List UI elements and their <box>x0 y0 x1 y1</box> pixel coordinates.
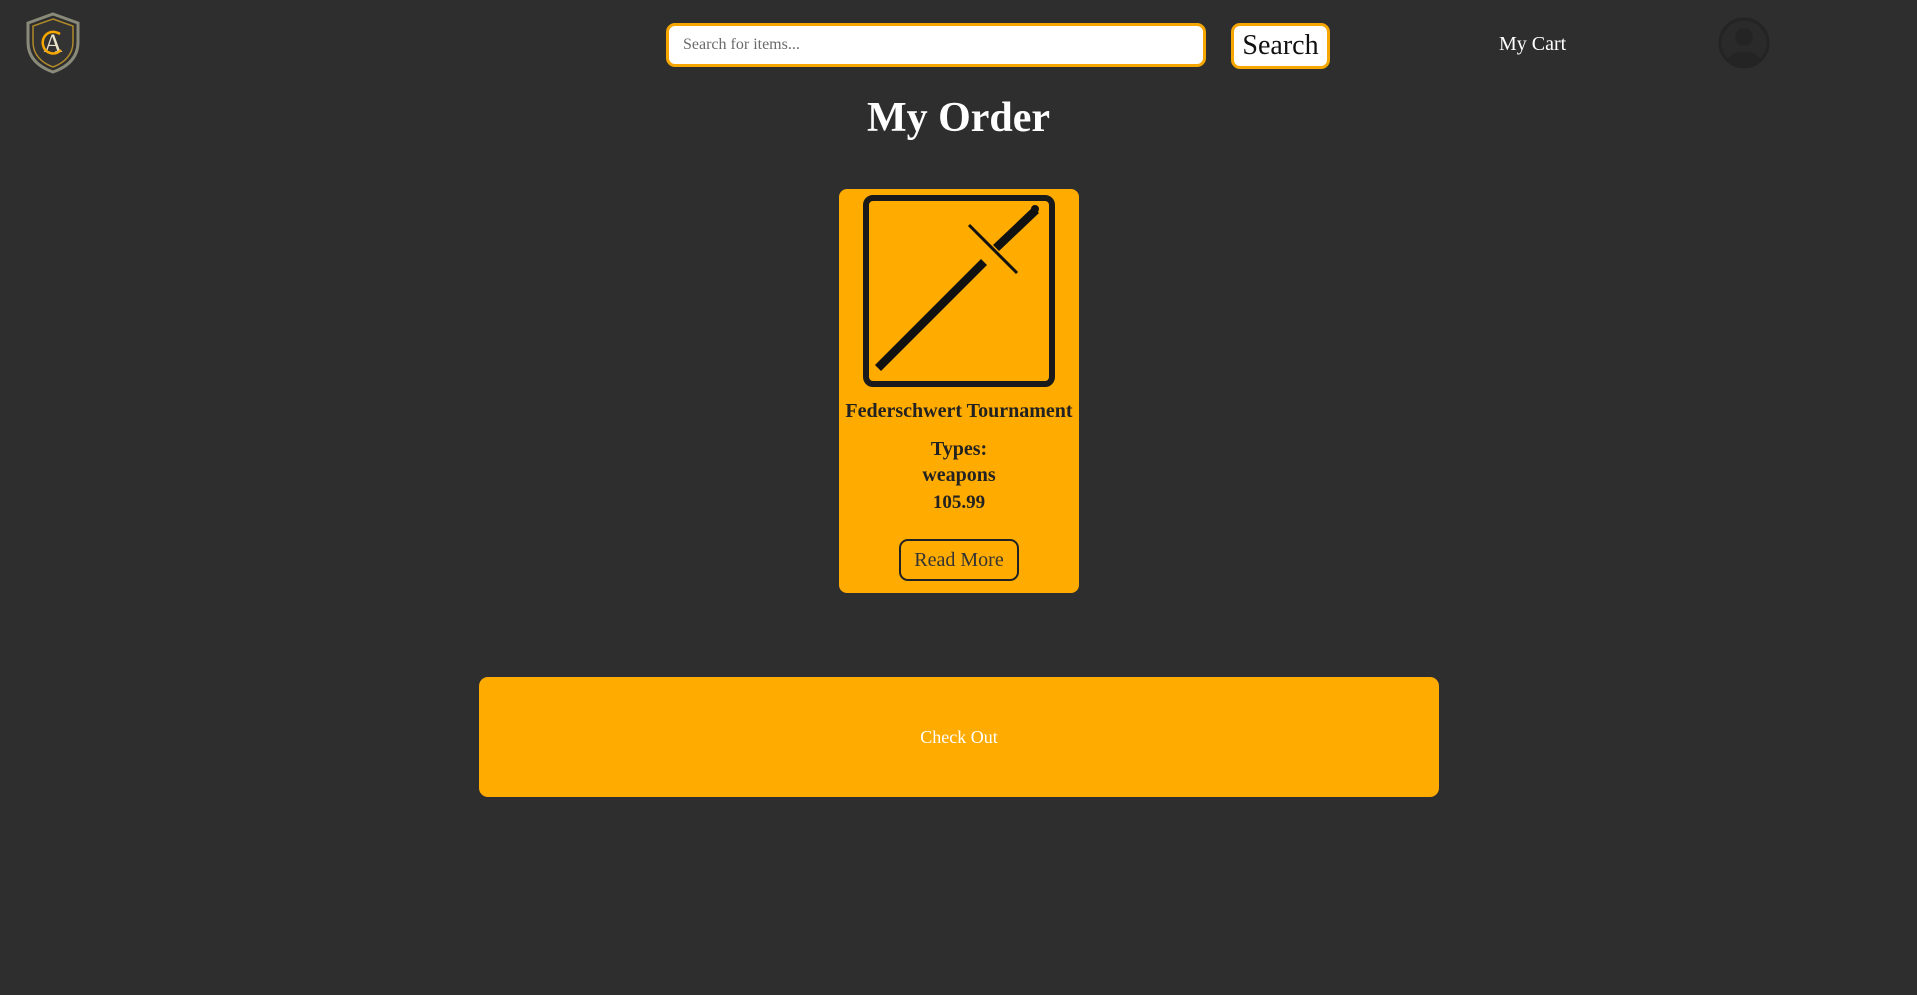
order-item-card: Federschwert Tournament Types: weapons 1… <box>839 189 1079 593</box>
item-name: Federschwert Tournament <box>845 400 1073 422</box>
item-types-label: Types: <box>930 438 988 460</box>
my-cart-link[interactable]: My Cart <box>1499 33 1566 56</box>
page-title: My Order <box>866 95 1051 141</box>
search-input[interactable] <box>666 23 1206 67</box>
item-price: 105.99 <box>932 492 986 513</box>
item-types-value: weapons <box>922 464 996 486</box>
checkout-button[interactable]: Check Out <box>479 677 1439 797</box>
search-button[interactable]: Search <box>1231 23 1330 69</box>
sword-icon <box>863 195 1055 387</box>
logo-crest-icon[interactable]: A <box>24 12 82 74</box>
read-more-button[interactable]: Read More <box>899 539 1019 581</box>
user-circle-icon[interactable] <box>1718 17 1770 69</box>
page: A Search My Cart My Order Federschwert T… <box>0 0 1917 995</box>
